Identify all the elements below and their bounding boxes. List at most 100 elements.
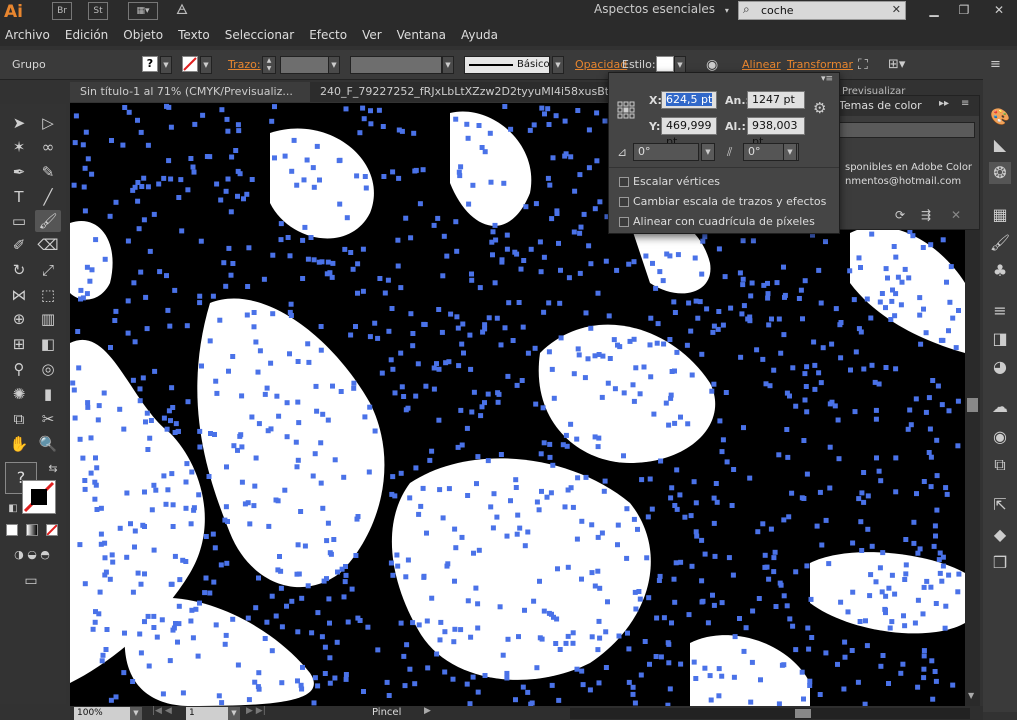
scale-tool-icon[interactable]: ⤢ [35, 259, 61, 281]
graph-tool-icon[interactable]: ▮ [35, 383, 61, 405]
popup-menu-icon[interactable]: ▾≡ [821, 74, 833, 84]
bridge-button[interactable]: Br [52, 2, 72, 20]
artboard-field[interactable]: 1 [186, 707, 228, 720]
arrange-documents-icon[interactable]: ▦▾ [128, 2, 158, 20]
zoom-dropdown[interactable]: ▼ [130, 707, 142, 720]
free-transform-tool-icon[interactable]: ⬚ [35, 284, 61, 306]
width-tool-icon[interactable]: ⋈ [6, 284, 32, 306]
eyedropper-tool-icon[interactable]: ⚲ [6, 358, 32, 380]
stroke-weight-stepper[interactable]: ▲ ▼ [262, 56, 276, 74]
search-input[interactable]: ⌕ coche ✕ [738, 1, 906, 20]
y-input[interactable]: 469,999 pt [661, 117, 717, 148]
artboard-dropdown[interactable]: ▼ [228, 707, 240, 720]
magic-wand-tool-icon[interactable]: ✶ [6, 136, 32, 158]
brushes-icon[interactable]: 🖌 [989, 232, 1011, 254]
perspective-grid-tool-icon[interactable]: ▥ [35, 308, 61, 330]
shaper-tool-icon[interactable]: ✐ [6, 234, 32, 256]
shape-builder-tool-icon[interactable]: ⊕ [6, 308, 32, 330]
color-palette-icon[interactable]: 🎨 [989, 106, 1011, 128]
variable-width-input[interactable] [350, 56, 442, 74]
variable-width-dropdown[interactable]: ▼ [442, 56, 454, 74]
panel-menu-icon[interactable]: ≡ [961, 98, 969, 109]
rotate-tool-icon[interactable]: ↻ [6, 259, 32, 281]
rectangle-tool-icon[interactable]: ▭ [6, 210, 32, 232]
menu-edicion[interactable]: Edición [65, 28, 108, 42]
pixel-align-checkbox[interactable] [619, 217, 629, 227]
mesh-tool-icon[interactable]: ⊞ [6, 333, 32, 355]
add-to-swatches-icon[interactable]: ⇶ [921, 208, 931, 222]
style-swatch[interactable] [656, 56, 674, 72]
menu-ventana[interactable]: Ventana [397, 28, 446, 42]
horizontal-scrollbar[interactable] [570, 708, 970, 719]
rotate-dropdown[interactable]: ▼ [701, 143, 715, 161]
refresh-icon[interactable]: ⟳ [895, 208, 905, 222]
menu-seleccionar[interactable]: Seleccionar [225, 28, 294, 42]
stroke-weight-dropdown[interactable]: ▼ [328, 56, 340, 74]
fill-dropdown[interactable]: ▼ [160, 56, 172, 74]
stroke-dropdown[interactable]: ▼ [200, 56, 212, 74]
layers-icon[interactable]: ◆ [989, 524, 1011, 546]
menu-objeto[interactable]: Objeto [123, 28, 163, 42]
x-input[interactable]: 624,5 pt [661, 91, 717, 109]
paintbrush-tool-icon[interactable]: 🖌 [35, 210, 61, 232]
symbols-icon[interactable]: ♣ [989, 260, 1011, 282]
lasso-tool-icon[interactable]: ∞ [35, 136, 61, 158]
select-similar-icon[interactable]: ⊞▾ [888, 56, 905, 74]
drawing-modes-icon[interactable]: ◑ ◒ ◓ [2, 544, 62, 566]
close-button[interactable]: ✕ [985, 0, 1013, 20]
screen-mode-icon[interactable]: ▭ [18, 570, 44, 592]
brush-profile-dropdown[interactable]: ▼ [552, 56, 564, 74]
rotate-input[interactable]: 0° [633, 143, 699, 161]
stroke-link[interactable]: Trazo: [228, 56, 261, 74]
restore-button[interactable]: ❐ [950, 0, 978, 20]
menu-efecto[interactable]: Efecto [309, 28, 347, 42]
brush-profile[interactable]: Básico [464, 56, 550, 74]
stroke-panel-icon[interactable]: ≡ [989, 300, 1011, 322]
none-mode-button[interactable] [46, 524, 58, 536]
reference-point-icon[interactable] [617, 101, 635, 119]
stroke-swatch[interactable] [182, 56, 198, 72]
blend-tool-icon[interactable]: ◎ [35, 358, 61, 380]
eraser-tool-icon[interactable]: ⌫ [35, 234, 61, 256]
menu-archivo[interactable]: Archivo [5, 28, 50, 42]
last-artboard-icon[interactable]: ▶ ▶| [246, 706, 266, 716]
color-mode-button[interactable] [6, 524, 18, 536]
zoom-tool-icon[interactable]: 🔍 [35, 433, 61, 455]
export-assets-icon[interactable]: ⇱ [989, 494, 1011, 516]
stock-button[interactable]: St [88, 2, 108, 20]
status-menu-icon[interactable]: ▶ [424, 706, 431, 716]
graphic-styles-icon[interactable]: ⧉ [989, 454, 1011, 476]
transparency-icon[interactable]: ◕ [989, 356, 1011, 378]
minimize-button[interactable]: ▁ [920, 0, 948, 20]
scale-corners-checkbox[interactable] [619, 177, 629, 187]
slice-tool-icon[interactable]: ✂ [35, 408, 61, 430]
height-input[interactable]: 938,003 pt [747, 117, 805, 148]
tab-document-2[interactable]: 240_F_79227252_fRJxLbLtXZzw2D2tyyuMI4i58… [310, 82, 640, 102]
swatches-icon[interactable]: ▦ [989, 204, 1011, 226]
width-input[interactable]: 1247 pt [747, 91, 805, 109]
gradient-tool-icon[interactable]: ◧ [35, 333, 61, 355]
creative-cloud-libraries-icon[interactable]: ☁ [989, 396, 1011, 418]
stroke-indicator[interactable] [22, 480, 56, 514]
shear-dropdown[interactable]: ▼ [783, 143, 797, 161]
themes-panel-title[interactable]: Temas de color [839, 99, 922, 112]
type-tool-icon[interactable]: T [6, 186, 32, 208]
artboards-icon[interactable]: ❒ [989, 552, 1011, 574]
color-themes-icon[interactable]: ❂ [989, 162, 1011, 184]
curvature-tool-icon[interactable]: ✎ [35, 161, 61, 183]
zoom-field[interactable]: 100% [74, 707, 130, 720]
themes-search-input[interactable] [817, 122, 975, 138]
first-artboard-icon[interactable]: |◀ ◀ [152, 706, 172, 716]
fill-swatch[interactable]: ? [142, 56, 158, 72]
menu-texto[interactable]: Texto [178, 28, 210, 42]
menu-ver[interactable]: Ver [362, 28, 382, 42]
appearance-icon[interactable]: ◉ [989, 426, 1011, 448]
artboard-tool-icon[interactable]: ⧉ [6, 408, 32, 430]
workspace-switcher[interactable]: Aspectos esenciales ▾ [594, 2, 729, 20]
default-fill-stroke-icon[interactable]: ◧ [0, 498, 26, 520]
collapse-panel-icon[interactable]: ▸▸ [939, 98, 949, 109]
isolate-group-icon[interactable]: ⛶ [858, 56, 868, 74]
swap-fill-stroke-icon[interactable]: ⇆ [40, 458, 66, 480]
pen-tool-icon[interactable]: ✒ [6, 161, 32, 183]
gpu-performance-icon[interactable]: 🜁 [172, 2, 192, 20]
